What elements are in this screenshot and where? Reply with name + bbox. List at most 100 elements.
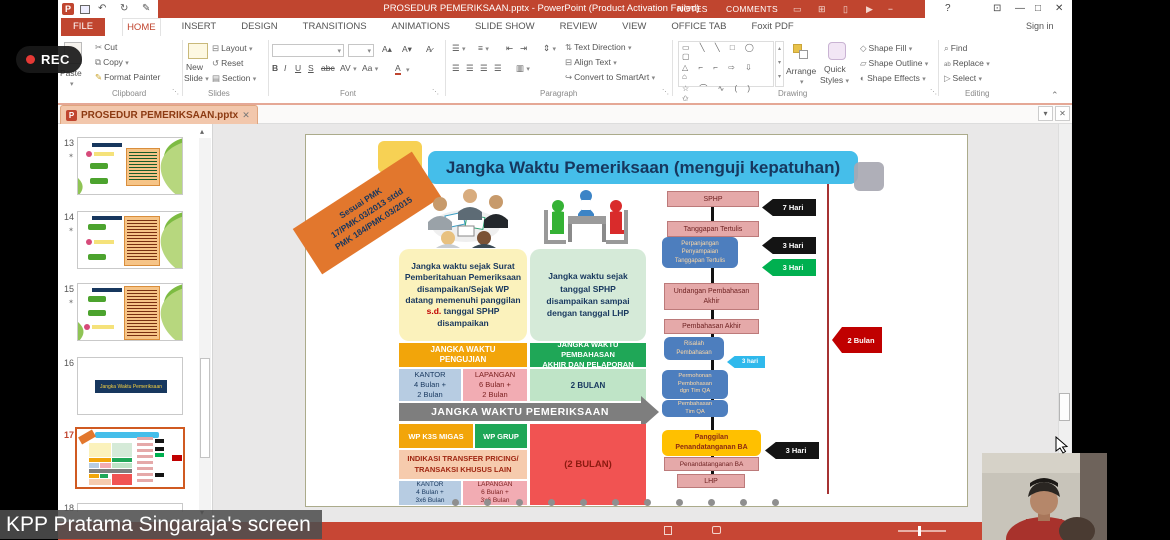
clipboard-dialog-launcher-icon[interactable]: ⋱ [172,88,179,96]
zoom-slider-track[interactable] [898,530,946,532]
shape-gallery[interactable]: ▭ ╲ ╲ □ ◯ ▢ △ ⌐ ⌐ ⇨ ⇩ ⌂ ☆ ⌒ ∿ ( ) ✩ [678,41,774,87]
flow-penandatanganan-ba[interactable]: Penandatanganan BA [664,457,759,471]
arrange-dropdown-icon[interactable]: ▾ [800,78,804,86]
ribbon-display-options-icon[interactable]: ⊡ [993,3,1001,14]
tab-office-tab[interactable]: OFFICE TAB [667,18,730,36]
tab-home[interactable]: HOME [122,18,161,36]
tab-design[interactable]: DESIGN [237,18,281,36]
tab-view[interactable]: VIEW [618,18,650,36]
kantor-4-2-box[interactable]: KANTOR 4 Bulan + 2 Bulan [399,369,461,401]
italic-button[interactable]: I [284,63,286,73]
numbering-button[interactable]: ≡ ▾ [478,43,489,53]
decrease-indent-button[interactable]: ⇤ [506,43,513,54]
thumbnails-scroll-up-icon[interactable]: ▴ [200,127,204,136]
badge-7-hari[interactable]: 7 Hari [762,199,816,216]
reading-view-icon[interactable]: ▯ [843,4,848,15]
tab-review[interactable]: REVIEW [556,18,601,36]
flow-lhp[interactable]: LHP [677,474,745,488]
arrange-button[interactable]: Arrange [786,66,816,76]
flow-panggilan-penandatanganan[interactable]: Panggilan Penandatanganan BA [662,430,761,456]
format-painter-button[interactable]: ✎Format Painter [95,72,160,83]
close-icon[interactable]: ✕ [1055,3,1063,14]
normal-view-icon[interactable]: ▭ [793,4,802,15]
slide-thumbnail-14[interactable] [77,211,183,269]
indikasi-transfer-pricing-box[interactable]: INDIKASI TRANSFER PRICING/ TRANSAKSI KHU… [399,450,527,479]
dua-bulan-red-box[interactable]: (2 BULAN) [530,424,646,505]
tab-bar-close-icon[interactable]: ✕ [1055,106,1070,121]
text-direction-button[interactable]: ⇅Text Direction ▾ [565,42,632,53]
character-spacing-button[interactable]: AV ▾ [340,63,357,73]
font-dialog-launcher-icon[interactable]: ⋱ [432,88,439,96]
zoom-slider-thumb[interactable] [918,526,921,536]
replace-button[interactable]: abReplace ▾ [944,58,990,68]
slide-thumbnail-17-selected[interactable] [75,427,185,489]
redo-icon[interactable]: ↻ [120,3,128,14]
select-button[interactable]: ▷Select ▾ [944,73,982,84]
drawing-dialog-launcher-icon[interactable]: ⋱ [930,88,937,96]
wp-k3s-migas-box[interactable]: WP K3S MIGAS [399,424,473,448]
lapangan-6-2-box[interactable]: LAPANGAN 6 Bulan + 2 Bulan [463,369,527,401]
slide-sorter-view-icon[interactable]: ⊞ [818,4,826,15]
shape-fill-button[interactable]: ◇Shape Fill ▾ [860,43,912,54]
badge-3-hari-green[interactable]: 3 Hari [762,259,816,276]
tab-insert[interactable]: INSERT [178,18,221,36]
flow-permohonan-tim-qa[interactable]: Permohonan Pembohasan dgn Tim QA [662,370,728,399]
slide-title[interactable]: Jangka Waktu Pemeriksaan (menguji kepatu… [428,151,858,184]
clear-formatting-button[interactable]: A̷ [426,44,432,54]
badge-3-hari-black-2[interactable]: 3 Hari [765,442,819,459]
new-slide-button-line2[interactable]: Slide ▾ [184,73,209,83]
tab-list-dropdown-icon[interactable]: ▾ [1038,106,1053,121]
comments-button[interactable]: COMMENTS [726,4,778,14]
layout-button[interactable]: ⊟Layout ▾ [212,43,253,54]
jangka-waktu-pemeriksaan-arrow[interactable]: JANGKA WAKTU PEMERIKSAAN [399,403,641,421]
tab-slide-show[interactable]: SLIDE SHOW [471,18,539,36]
flow-pembahasan-akhir[interactable]: Pembahasan Akhir [664,319,759,334]
clipart-team-meeting[interactable] [418,186,514,248]
section-button[interactable]: ▤Section ▾ [212,73,256,84]
draw-icon[interactable]: ✎ [142,3,150,14]
reset-button[interactable]: ↺Reset [212,58,243,69]
dua-bulan-box[interactable]: 2 BULAN [530,369,646,401]
badge-3-hari-cyan[interactable]: 3 hari [727,356,765,368]
shrink-font-button[interactable]: A▾ [402,44,412,55]
tab-foxit-pdf[interactable]: Foxit PDF [747,18,797,36]
flow-perpanjangan[interactable]: Perpanjangan Penyampaian Tanggapan Tertu… [662,237,738,268]
font-color-dropdown-icon[interactable]: ▾ [406,66,410,74]
font-size-input[interactable]: ▾ [348,44,374,57]
document-tab[interactable]: P PROSEDUR PEMERIKSAAN.pptx ✕ [60,105,258,124]
badge-3-hari-black[interactable]: 3 Hari [762,237,816,254]
find-button[interactable]: ⌕Find [944,43,967,54]
strikethrough-button[interactable]: abc [321,63,335,73]
flow-pembahasan-tim-qa[interactable]: Pembahasan Tim QA [662,400,728,417]
text-shadow-button[interactable]: S [308,63,314,73]
slideshow-view-icon[interactable]: ▶ [866,4,873,15]
wp-grup-box[interactable]: WP GRUP [475,424,527,448]
main-scrollbar-thumb[interactable] [1059,393,1070,421]
shape-outline-button[interactable]: ▱Shape Outline ▾ [860,58,928,69]
bold-button[interactable]: B [272,63,278,73]
header-jangka-waktu-pembahasan[interactable]: JANGKA WAKTU PEMBAHASAN AKHIR DAN PELAPO… [530,343,646,367]
shape-effects-button[interactable]: ◐Shape Effects ▾ [860,73,926,83]
sign-in-link[interactable]: Sign in [1026,21,1054,31]
tab-animations[interactable]: ANIMATIONS [388,18,454,36]
undo-icon[interactable]: ↶ [98,3,106,14]
zoom-out-button[interactable]: − [888,4,893,14]
header-jangka-waktu-pengujian[interactable]: JANGKA WAKTU PENGUJIAN [399,343,527,367]
underline-button[interactable]: U [295,63,301,73]
cut-button[interactable]: ✂Cut [95,42,117,53]
restore-icon[interactable]: □ [1035,3,1041,14]
columns-button[interactable]: ▥ ▾ [516,63,530,74]
copy-button[interactable]: ⧉Copy ▾ [95,57,129,68]
convert-smartart-button[interactable]: ↪Convert to SmartArt ▾ [565,72,655,83]
minimize-icon[interactable]: — [1015,3,1025,14]
shape-gallery-scrollbar[interactable]: ▴▾▾ [775,41,784,87]
change-case-button[interactable]: Aa ▾ [362,63,378,73]
slide-thumbnail-15[interactable] [77,283,183,341]
flow-tanggapan-tertulis[interactable]: Tanggapan Tertulis [667,221,759,237]
note-pembahasan[interactable]: Jangka waktu sejak tanggal SPHP disampai… [530,249,646,341]
notes-button[interactable]: NOTES [677,4,708,14]
zoom-in-button[interactable]: + [950,4,955,14]
paragraph-dialog-launcher-icon[interactable]: ⋱ [662,88,669,96]
quick-styles-button[interactable]: Quick [824,64,846,74]
clipart-desk-meeting[interactable] [538,186,634,248]
